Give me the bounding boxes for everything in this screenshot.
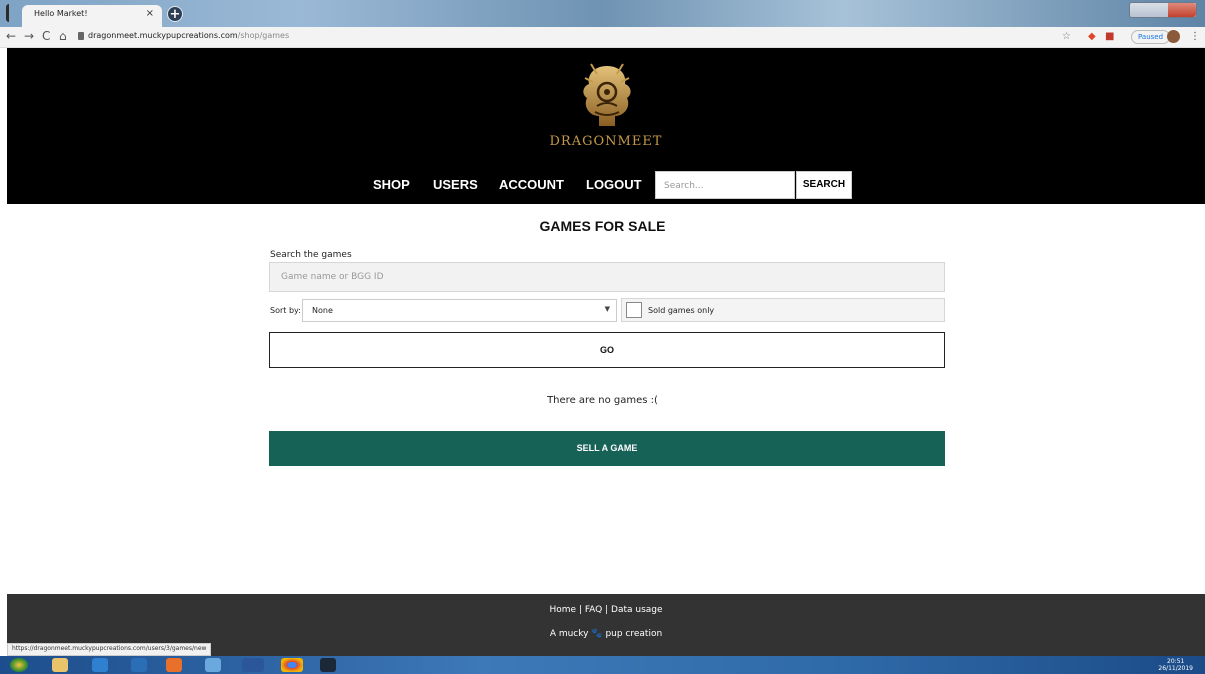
nav-users[interactable]: USERS	[433, 177, 478, 192]
browser-tab[interactable]: Hello Market! ×	[22, 5, 162, 27]
dropdown-arrow-icon: ▼	[604, 305, 610, 313]
footer-link-faq[interactable]: FAQ	[585, 605, 602, 615]
games-search-input[interactable]: Game name or BGG ID	[269, 262, 945, 292]
footer-link-data-usage[interactable]: Data usage	[611, 605, 663, 615]
url-host: dragonmeet.muckypupcreations.com	[88, 31, 238, 40]
dragon-logo-icon[interactable]	[577, 60, 637, 132]
new-tab-icon[interactable]: +	[167, 6, 183, 22]
sold-games-filter: Sold games only	[621, 298, 945, 322]
extension-icon[interactable]: ◆	[1088, 31, 1096, 42]
steam-icon[interactable]	[320, 658, 336, 672]
reload-icon[interactable]: C	[42, 29, 50, 43]
sold-games-label[interactable]: Sold games only	[648, 306, 714, 315]
footer-link-home[interactable]: Home	[549, 605, 576, 615]
explorer-icon[interactable]	[52, 658, 68, 672]
nav-logout[interactable]: LOGOUT	[586, 177, 642, 192]
profile-avatar[interactable]	[1167, 30, 1180, 43]
sort-label: Sort by:	[270, 306, 301, 315]
url-path: /shop/games	[237, 31, 290, 40]
home-icon[interactable]: ⌂	[59, 29, 67, 43]
games-search-label: Search the games	[270, 250, 352, 260]
address-bar: ← → C ⌂ dragonmeet.muckypupcreations.com…	[0, 27, 1205, 48]
firefox-icon[interactable]	[166, 658, 182, 672]
credit-prefix: A mucky	[549, 629, 589, 639]
footer-links: Home | FAQ | Data usage	[7, 605, 1205, 615]
window-icon	[6, 4, 16, 22]
credit-suffix: pup creation	[605, 629, 663, 639]
app-icon[interactable]	[205, 658, 221, 672]
nav-shop[interactable]: SHOP	[373, 177, 410, 192]
pdf-extension-icon[interactable]: ■	[1105, 31, 1114, 42]
footer-separator: |	[605, 605, 609, 615]
clock-date: 26/11/2019	[1158, 665, 1193, 672]
brand-name: DRAGONMEET	[549, 134, 663, 149]
profile-status-badge[interactable]: Paused	[1131, 30, 1171, 44]
window-close-icon[interactable]	[1168, 3, 1196, 17]
footer-credit: A mucky 🐾 pup creation	[7, 629, 1205, 639]
sort-value: None	[312, 306, 333, 315]
forward-icon[interactable]: →	[24, 29, 34, 43]
nav-account[interactable]: ACCOUNT	[499, 177, 564, 192]
header-search-button[interactable]: SEARCH	[796, 171, 852, 199]
windows-taskbar: 20:51 26/11/2019	[0, 656, 1205, 674]
footer-separator: |	[578, 605, 582, 615]
pup-icon: 🐾	[591, 629, 603, 639]
go-button[interactable]: GO	[269, 332, 945, 368]
bookmark-star-icon[interactable]: ☆	[1062, 31, 1071, 42]
sort-select[interactable]: None ▼	[302, 299, 617, 322]
word-icon[interactable]	[242, 658, 264, 672]
header-search-input[interactable]: Search...	[655, 171, 795, 199]
chrome-icon[interactable]	[281, 658, 303, 672]
window-controls[interactable]	[1129, 2, 1197, 18]
start-button-icon[interactable]	[10, 658, 28, 672]
back-icon[interactable]: ←	[6, 29, 16, 43]
internet-explorer-icon[interactable]	[92, 658, 108, 672]
tab-title: Hello Market!	[34, 9, 88, 18]
clock-time: 20:51	[1167, 658, 1185, 665]
media-player-icon[interactable]	[131, 658, 147, 672]
site-header: DRAGONMEET SHOP USERS ACCOUNT LOGOUT Sea…	[7, 48, 1205, 204]
page-title: GAMES FOR SALE	[539, 218, 666, 234]
lock-icon[interactable]	[78, 32, 84, 40]
browser-tab-bar: Hello Market! × +	[0, 0, 1205, 27]
empty-state-message: There are no games :(	[547, 395, 658, 406]
url-field[interactable]: dragonmeet.muckypupcreations.com/shop/ga…	[88, 31, 289, 40]
sell-game-button[interactable]: SELL A GAME	[269, 431, 945, 466]
taskbar-clock[interactable]: 20:51 26/11/2019	[1158, 658, 1193, 672]
status-bar-url: https://dragonmeet.muckypupcreations.com…	[7, 643, 212, 656]
sold-games-checkbox[interactable]	[626, 302, 642, 318]
tab-close-icon[interactable]: ×	[146, 8, 154, 19]
browser-menu-icon[interactable]: ⋮	[1190, 31, 1200, 42]
